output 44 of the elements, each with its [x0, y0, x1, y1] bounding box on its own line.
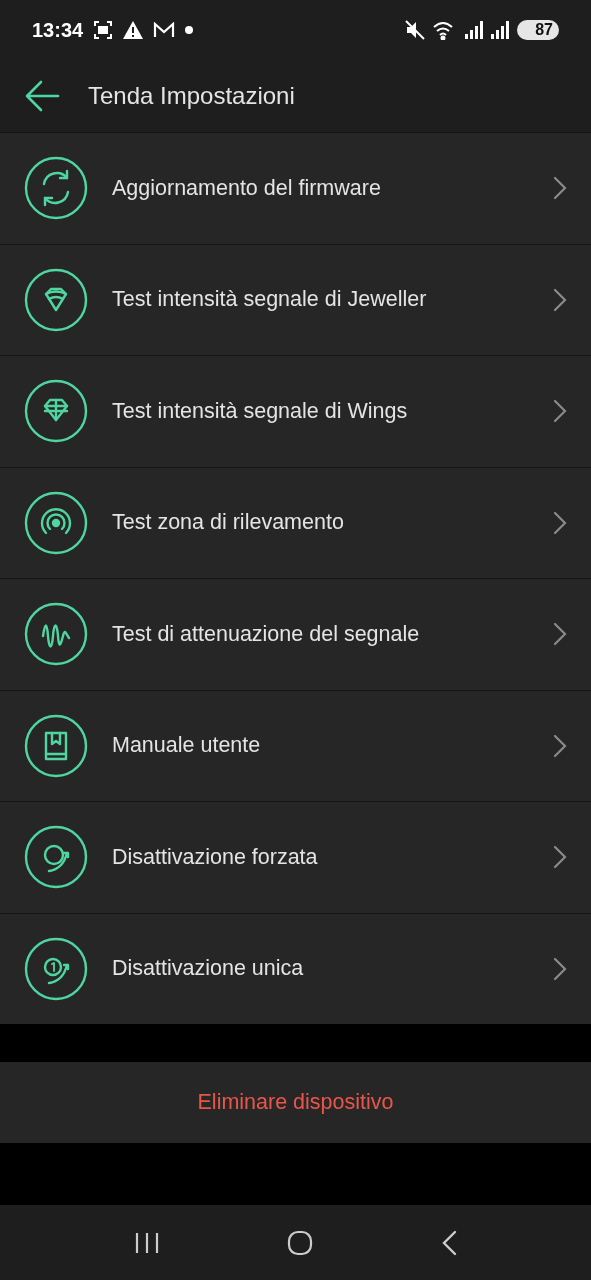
status-time: 13:34 — [32, 18, 84, 42]
settings-row[interactable]: Test zona di rilevamento — [0, 467, 591, 578]
chevron-icon — [553, 845, 567, 870]
chevron-icon — [553, 622, 567, 647]
wave-icon — [24, 602, 88, 667]
chevron-icon — [553, 733, 567, 758]
settings-row[interactable]: Test intensità segnale di Wings — [0, 356, 591, 467]
page-title: Tenda Impostazioni — [88, 82, 295, 110]
settings-row[interactable]: Test intensità segnale di Jeweller — [0, 244, 591, 355]
mail-icon — [153, 22, 176, 38]
chevron-icon — [553, 510, 567, 535]
row-label: Test di attenuazione del segnale — [112, 621, 421, 647]
back-nav-button[interactable] — [441, 1229, 458, 1256]
mute-icon — [405, 20, 426, 40]
refresh-icon — [24, 156, 88, 221]
signal-icon — [465, 21, 484, 39]
settings-row[interactable]: Disattivazione forzata — [0, 802, 591, 913]
recent-apps-button[interactable] — [133, 1231, 160, 1254]
row-label: Test intensità segnale di Jeweller — [112, 287, 428, 313]
battery-indicator: 87 — [517, 20, 559, 40]
screenshot-icon — [93, 20, 114, 40]
row-label: Aggiornamento del firmware — [112, 175, 382, 201]
target-signal-icon — [24, 490, 88, 555]
delete-device-button[interactable]: Eliminare dispositivo — [0, 1062, 591, 1143]
chevron-icon — [553, 176, 567, 201]
row-label: Test zona di rilevamento — [112, 510, 345, 536]
home-button[interactable] — [287, 1229, 314, 1256]
settings-row[interactable]: Test di attenuazione del segnale — [0, 579, 591, 690]
back-button[interactable] — [24, 80, 60, 112]
row-label: Test intensità segnale di Wings — [112, 398, 409, 424]
chevron-icon — [553, 956, 567, 981]
diamond-wifi-icon — [24, 267, 88, 332]
row-label: Manuale utente — [112, 733, 262, 759]
book-icon — [24, 713, 88, 778]
row-label: Disattivazione unica — [112, 956, 305, 982]
chevron-icon — [553, 399, 567, 424]
warning-icon — [123, 21, 144, 39]
settings-row[interactable]: Disattivazione unica — [0, 913, 591, 1024]
row-label: Disattivazione forzata — [112, 844, 319, 870]
settings-row[interactable]: Aggiornamento del firmware — [0, 133, 591, 244]
dot-icon — [185, 26, 194, 34]
signal-icon — [491, 21, 510, 39]
chevron-icon — [553, 287, 567, 312]
settings-row[interactable]: Manuale utente — [0, 690, 591, 801]
